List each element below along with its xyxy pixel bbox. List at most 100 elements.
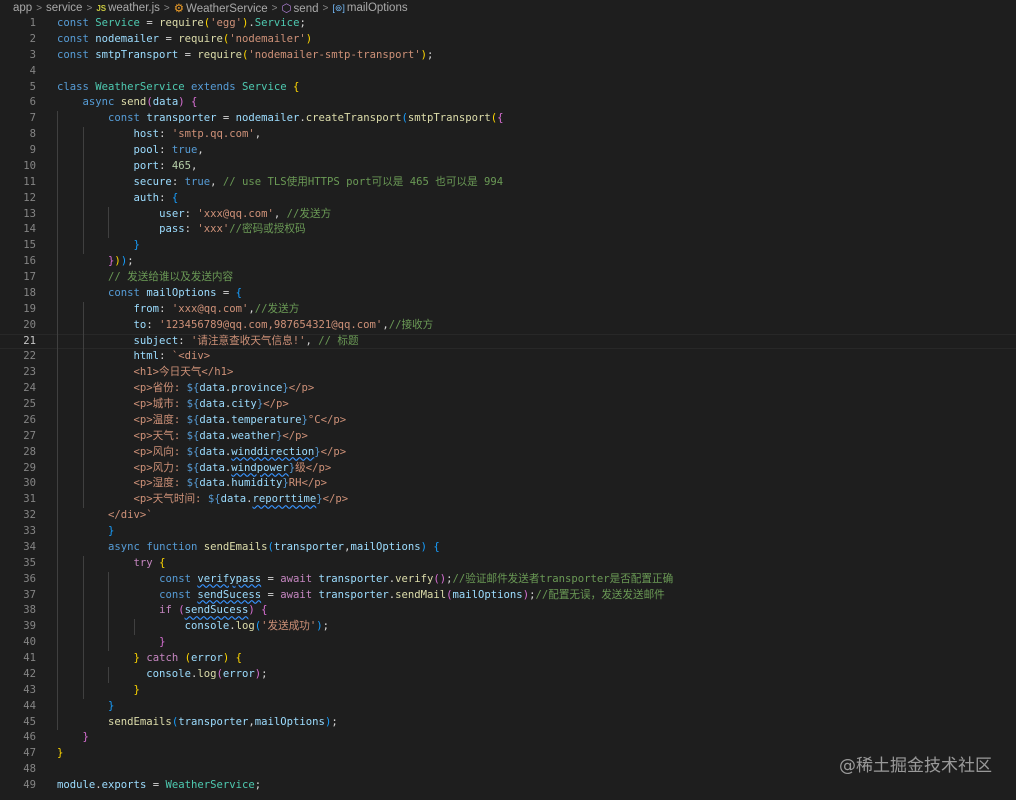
code-token: , [197,144,204,156]
code-line[interactable]: 40 } [0,635,1016,651]
code-token: , [305,334,319,347]
code-text: <p>风力: ${data.windpower}级</p> [57,461,332,477]
code-line[interactable]: 29 <p>风力: ${data.windpower}级</p> [0,460,1016,477]
code-line[interactable]: 27 <p>天气: ${data.weather}</p> [0,428,1016,445]
breadcrumb-item-file[interactable]: JS weather.js [96,2,160,14]
code-line[interactable]: 49 module.exports = WeatherService; [0,778,1016,794]
code-line[interactable]: 36 const verifypass = await transporter.… [0,571,1016,588]
breadcrumb-item-class[interactable]: ⚙ WeatherService [174,1,268,15]
code-token: console [184,620,230,633]
code-token: const [57,48,96,61]
code-token: : [159,128,172,141]
code-line[interactable]: 16 })); [0,254,1016,270]
code-token: ; [127,255,134,268]
line-number: 40 [23,636,36,649]
code-text: const sendSucess = await transporter.sen… [57,588,665,604]
code-line[interactable]: 31 <p>天气时间: ${data.reporttime}</p> [0,492,1016,509]
code-line[interactable]: 42 console.log(error); [0,666,1016,683]
code-text: } [57,238,140,254]
code-token: to [133,318,147,331]
line-number: 24 [23,382,36,395]
code-line[interactable]: 28 <p>风向: ${data.winddirection}</p> [0,444,1016,461]
code-line[interactable]: 11 secure: true, // use TLS使用HTTPS port可… [0,174,1016,191]
code-line[interactable]: 43 } [0,682,1016,699]
code-line[interactable]: 22 html: `<div> [0,349,1016,366]
breadcrumb-item-app[interactable]: app [13,2,32,14]
code-line[interactable]: 12 auth: { [0,190,1016,207]
code-line[interactable]: 15 } [0,238,1016,255]
line-number: 13 [23,207,36,220]
code-line[interactable]: 25 <p>城市: ${data.city}</p> [0,397,1016,413]
code-text: pool: true, [57,143,204,159]
code-line[interactable]: 4 [0,64,1016,80]
code-line[interactable]: 8 host: 'smtp.qq.com', [0,127,1016,143]
code-text: sendEmails(transporter,mailOptions); [57,715,338,731]
code-token: 'xxx' [197,223,230,236]
code-line[interactable]: 38 if (sendSucess) { [0,603,1016,620]
code-token: class [57,80,96,93]
code-token: Service [241,80,294,93]
code-line[interactable]: 14 pass: 'xxx'//密码或授权码 [0,222,1016,239]
code-token: const [108,286,147,299]
code-token: : [159,191,172,204]
code-line[interactable]: 23 <h1>今日天气</h1> [0,365,1016,382]
code-token: require [197,48,242,61]
line-number: 36 [23,572,36,585]
code-token: city [231,398,257,410]
code-line[interactable]: 21 subject: '请注意查收天气信息!', // 标题 [0,333,1016,350]
code-line[interactable]: 44 } [0,698,1016,715]
code-line[interactable]: 32 </div>` [0,508,1016,524]
code-line[interactable]: 10 port: 465, [0,158,1016,175]
code-text: const Service = require('egg').Service; [57,16,306,32]
code-line[interactable]: 24 <p>省份: ${data.province}</p> [0,381,1016,397]
code-line[interactable]: 35 try { [0,555,1016,572]
code-line[interactable]: 46 } [0,730,1016,746]
code-token: = [261,572,281,585]
code-line[interactable]: 34 async function sendEmails(transporter… [0,539,1016,556]
code-line[interactable]: 37 const sendSucess = await transporter.… [0,587,1016,604]
code-line[interactable]: 39 console.log('发送成功'); [0,619,1016,636]
code-line[interactable]: 17 // 发送给谁以及发送内容 [0,270,1016,286]
code-line[interactable]: 3 const smtpTransport = require('nodemail… [0,48,1016,64]
breadcrumb-item-method[interactable]: ⬡ send [282,1,319,15]
code-token: , [210,175,223,188]
code-line[interactable]: 7 const transporter = nodemailer.createT… [0,111,1016,128]
code-token: <h1>今日天气</h1> [133,366,234,379]
code-token: ; [427,48,434,61]
code-line[interactable]: 9 pool: true, [0,143,1016,159]
code-line[interactable]: 19 from: 'xxx@qq.com',//发送方 [0,301,1016,318]
code-line[interactable]: 26 <p>温度: ${data.temperature}°C</p> [0,412,1016,429]
breadcrumb-item-variable[interactable]: [⊚] mailOptions [332,2,407,14]
code-line[interactable]: 18 const mailOptions = { [0,285,1016,302]
code-line[interactable]: 41 } catch (error) { [0,651,1016,667]
code-token: ${ [186,445,200,458]
code-line[interactable]: 5 class WeatherService extends Service { [0,80,1016,96]
code-text: } [57,683,140,699]
code-token: </p> [322,493,349,506]
watermark: @稀土掘金技术社区 [839,756,992,776]
code-token: 'nodemailer-smtp-transport' [248,48,421,61]
code-line[interactable]: 45 sendEmails(transporter,mailOptions); [0,714,1016,731]
code-token: 'nodemailer' [229,32,306,45]
code-line[interactable]: 20 to: '123456789@qq.com,987654321@qq.co… [0,317,1016,334]
code-token: ) [305,32,313,45]
code-token: log [197,667,217,680]
line-number: 46 [23,731,36,744]
code-line[interactable]: 2 const nodemailer = require('nodemailer'… [0,32,1016,48]
line-number: 14 [23,223,36,236]
code-line[interactable]: 1 const Service = require('egg').Service; [0,16,1016,32]
code-line[interactable]: 13 user: 'xxx@qq.com', //发送方 [0,206,1016,223]
code-token: smtpTransport [407,112,491,125]
code-token: const [57,32,96,45]
code-text: } [57,635,165,651]
code-line[interactable]: 33 } [0,524,1016,540]
code-token: () [433,572,447,585]
code-line[interactable]: 30 <p>湿度: ${data.humidity}RH</p> [0,476,1016,493]
code-line[interactable]: 6 async send(data) { [0,95,1016,111]
code-token: html [133,350,160,363]
code-token: secure [133,175,172,188]
code-editor[interactable]: 1 const Service = require('egg').Service;… [0,16,1016,794]
breadcrumb-item-service[interactable]: service [46,2,82,14]
